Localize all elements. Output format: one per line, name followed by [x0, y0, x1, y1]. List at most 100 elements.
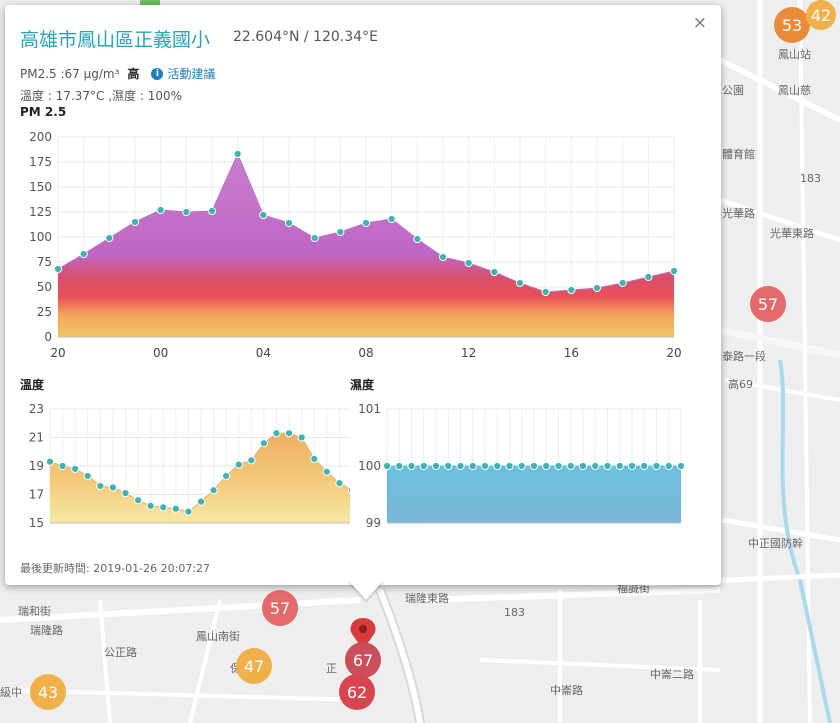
- data-point: [207, 206, 217, 216]
- data-point: [669, 266, 679, 276]
- data-point: [284, 218, 294, 228]
- y-tick-label: 125: [29, 205, 52, 219]
- data-point: [336, 227, 345, 237]
- data-point: [259, 439, 269, 448]
- data-point: [233, 149, 242, 159]
- data-point: [515, 278, 525, 288]
- data-point: [566, 461, 575, 471]
- map-label: 瑞和街: [18, 605, 51, 618]
- data-point: [182, 207, 191, 217]
- y-tick-label: 100: [29, 230, 52, 244]
- y-tick-label: 99: [366, 516, 381, 530]
- x-tick-label: 16: [564, 346, 579, 360]
- y-tick-label: 100: [358, 459, 381, 473]
- data-point: [652, 461, 661, 471]
- data-point: [159, 503, 168, 512]
- data-point: [361, 218, 371, 228]
- data-point: [464, 258, 473, 268]
- map-marker[interactable]: 57: [262, 590, 298, 626]
- data-point: [310, 233, 319, 243]
- data-point: [209, 486, 218, 495]
- data-point: [387, 214, 396, 224]
- activity-advice-link[interactable]: 活動建議: [167, 65, 215, 82]
- x-tick-label: 20: [666, 346, 681, 360]
- station-info-popup: × 高雄市鳳山區正義國小 22.604°N / 120.34°E PM2.5 :…: [5, 5, 721, 585]
- map-label: 183: [504, 606, 525, 619]
- map-marker[interactable]: 47: [236, 648, 272, 684]
- data-point: [567, 285, 576, 295]
- x-tick-label: 08: [358, 346, 373, 360]
- data-point: [640, 461, 649, 471]
- data-point: [480, 461, 490, 471]
- data-point: [676, 461, 685, 471]
- data-point: [644, 272, 653, 282]
- map-label: 瑞隆路: [30, 624, 63, 637]
- data-point: [272, 429, 281, 438]
- x-tick-label: 20: [50, 346, 65, 360]
- data-point: [310, 454, 319, 463]
- close-button[interactable]: ×: [693, 13, 707, 33]
- x-tick-label: 04: [256, 346, 271, 360]
- map-label: 中崙二路: [650, 668, 694, 681]
- series-area: [387, 466, 681, 523]
- data-point: [468, 461, 477, 471]
- y-tick-label: 75: [37, 255, 52, 269]
- data-point: [490, 267, 499, 277]
- data-point: [431, 461, 441, 471]
- last-updated-time: 2019-01-26 20:07:27: [93, 562, 211, 575]
- data-point: [322, 467, 331, 476]
- info-circle-icon[interactable]: i: [151, 67, 164, 80]
- data-point: [79, 249, 88, 259]
- y-tick-label: 23: [29, 402, 44, 416]
- map-marker[interactable]: 67: [345, 642, 381, 678]
- data-point: [618, 278, 627, 288]
- map-marker[interactable]: 53: [774, 7, 810, 43]
- y-tick-label: 25: [37, 305, 52, 319]
- pm-summary: PM2.5 :67 μg/m³ 高 i 活動建議: [20, 65, 215, 82]
- map-label: 體育館: [722, 148, 755, 161]
- map-label: 中崙路: [550, 684, 583, 697]
- data-point: [121, 488, 130, 498]
- temp-chart-title: 溫度: [20, 378, 45, 392]
- y-tick-label: 0: [44, 330, 52, 344]
- map-marker[interactable]: 42: [806, 0, 836, 30]
- map-marker[interactable]: 57: [750, 286, 786, 322]
- data-point: [592, 283, 602, 293]
- map-marker[interactable]: 43: [30, 674, 66, 710]
- y-tick-label: 15: [29, 516, 44, 530]
- x-tick-label: 12: [461, 346, 476, 360]
- humidity-chart: 99 100 101: [358, 402, 685, 530]
- data-point: [541, 287, 550, 297]
- data-point: [96, 481, 105, 491]
- data-point: [53, 264, 63, 274]
- data-point: [247, 456, 256, 465]
- map-label: 鳳山南街: [196, 630, 240, 643]
- y-tick-label: 101: [358, 402, 381, 416]
- map-label: 高69: [728, 378, 753, 391]
- last-updated: 最後更新時間: 2019-01-26 20:07:27: [20, 560, 210, 576]
- data-point: [627, 461, 637, 471]
- map-marker[interactable]: 62: [339, 674, 375, 710]
- pm-level: 高: [127, 67, 140, 81]
- x-tick-label: 00: [153, 346, 168, 360]
- map-label: 光華東路: [770, 227, 814, 240]
- y-tick-label: 175: [29, 155, 52, 169]
- data-point: [335, 479, 344, 488]
- data-point: [196, 497, 206, 506]
- data-point: [615, 461, 624, 471]
- last-updated-label: 最後更新時間:: [20, 562, 90, 575]
- map-label: 光華路: [722, 207, 755, 220]
- y-tick-label: 150: [29, 180, 52, 194]
- data-point: [456, 461, 465, 471]
- data-point: [284, 429, 294, 438]
- data-point: [130, 217, 140, 227]
- data-point: [444, 461, 453, 471]
- data-point: [184, 507, 193, 516]
- map-label: 正: [326, 662, 337, 675]
- data-point: [413, 234, 422, 244]
- data-point: [419, 461, 428, 471]
- data-point: [146, 501, 155, 511]
- map-label: 泰路一段: [722, 350, 766, 363]
- data-point: [664, 461, 673, 471]
- data-point: [133, 496, 143, 505]
